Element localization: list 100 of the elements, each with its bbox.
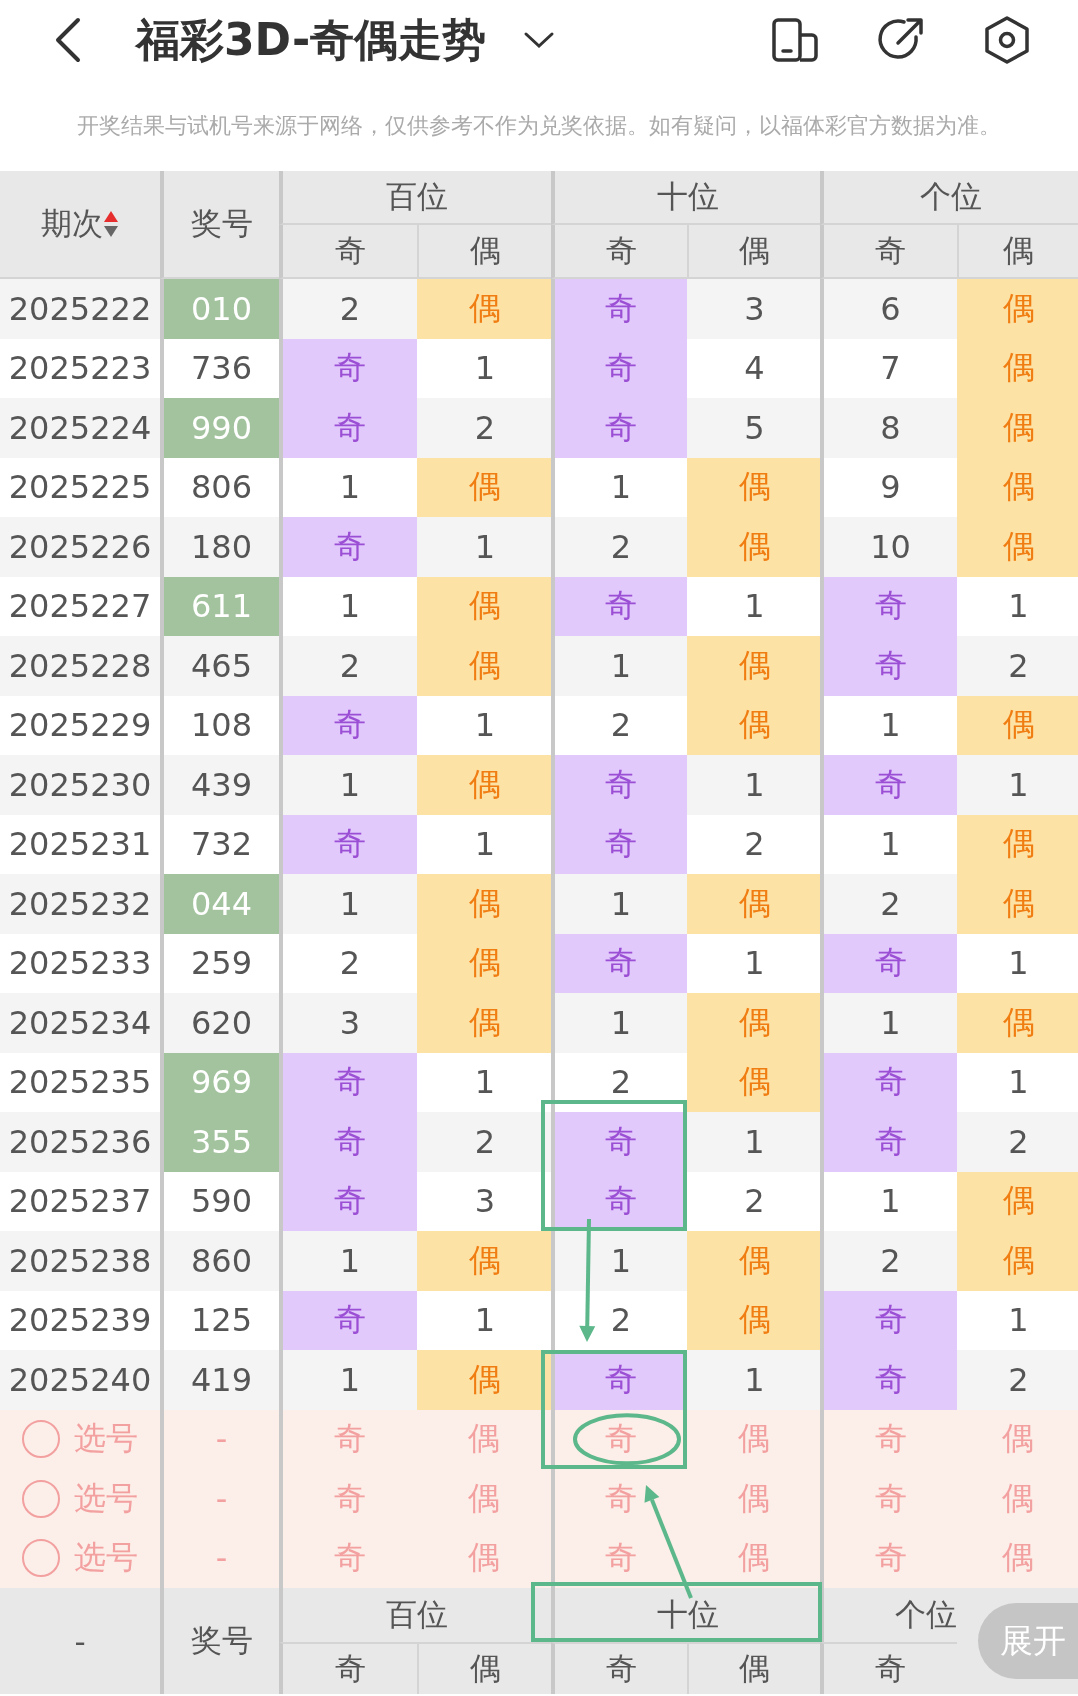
radio-button[interactable] [22,1479,60,1518]
issue-cell-text: 2025238 [7,1240,153,1282]
issue-cell-text: 2025225 [7,467,153,509]
column-header[interactable]: 期次 [41,203,103,245]
issue-cell-text: 2025222 [7,288,153,330]
column-group-header: 百位 [279,1588,551,1642]
pick-option[interactable]: 偶 [687,1409,820,1469]
number-cell: 990 [160,398,279,458]
column-header: 奇 [279,1642,417,1694]
trend-cell-text: 1 [743,586,766,628]
trend-cell: 偶 [957,1231,1078,1291]
pick-option[interactable]: 偶 [417,1528,551,1588]
expand-button[interactable]: 展开 [978,1603,1078,1679]
trend-cell-text: 1 [473,348,497,390]
trend-cell: 偶 [687,517,820,577]
trend-cell: 奇 [279,398,417,458]
trend-cell-text: 2 [743,1181,766,1223]
trend-cell: 奇 [551,933,687,993]
trend-cell: 奇 [820,576,957,636]
trend-cell: 偶 [687,1052,820,1112]
trend-cell: 偶 [417,755,551,815]
issue-cell-text: 2025230 [7,764,153,806]
column-header: 奇 [820,1642,957,1694]
trend-cell-text: 1 [473,824,497,866]
trend-cell: 奇 [551,755,687,815]
devices-icon[interactable] [770,15,820,65]
radio-button[interactable] [22,1539,60,1578]
pick-option[interactable]: 偶 [957,1528,1078,1588]
trend-cell: 偶 [417,874,551,934]
trend-cell: 偶 [417,1231,551,1291]
trend-cell: 奇 [551,576,687,636]
trend-cell-text: 1 [1007,1300,1030,1342]
trend-cell: 偶 [957,1171,1078,1231]
trend-cell: 偶 [957,279,1078,339]
page-title: 福彩3D-奇偶走势 [136,12,487,67]
trend-cell-text: 1 [743,943,766,985]
number-cell: 010 [160,279,279,339]
trend-cell: 偶 [417,279,551,339]
issue-cell-text: 2025239 [7,1300,153,1342]
pick-option[interactable]: 偶 [417,1469,551,1529]
trend-cell: 奇 [551,398,687,458]
trend-cell: 奇 [820,933,957,993]
number-cell: 439 [160,755,279,815]
trend-cell: 偶 [957,993,1078,1053]
trend-cell: 偶 [417,457,551,517]
trend-cell-text: 1 [1007,764,1030,806]
trend-cell-text: 1 [743,764,766,806]
issue-cell-text: 2025229 [7,705,153,747]
trend-cell: 偶 [687,874,820,934]
trend-cell: 奇 [279,338,417,398]
trend-cell: 奇 [279,1052,417,1112]
trend-cell-text: 1 [743,1359,766,1401]
trend-cell-text: 2 [1007,645,1030,687]
trend-cell: 奇 [551,338,687,398]
trend-cell: 偶 [957,398,1078,458]
issue-cell-text: 2025237 [7,1181,153,1223]
trend-cell-text: 1 [473,705,497,747]
trend-cell: 奇 [551,814,687,874]
issue-cell-text: 2025232 [7,883,153,925]
settings-icon[interactable] [982,15,1032,65]
trend-cell: 偶 [957,874,1078,934]
trend-cell-text: 2 [473,1121,497,1163]
issue-cell-text: 2025234 [7,1002,153,1044]
pick-option[interactable]: 偶 [687,1469,820,1529]
pick-option[interactable]: 偶 [417,1409,551,1469]
trend-cell: 偶 [417,576,551,636]
pick-option[interactable]: 偶 [957,1469,1078,1529]
trend-cell: 奇 [820,755,957,815]
number-cell: 355 [160,1112,279,1172]
trend-cell: 偶 [687,1231,820,1291]
trend-cell: 奇 [820,1290,957,1350]
trend-cell: 偶 [687,457,820,517]
trend-cell-text: 3 [473,1181,497,1223]
column-header: 奖号 [160,1588,279,1694]
number-cell: 860 [160,1231,279,1291]
issue-cell-text: 2025223 [7,348,153,390]
disclaimer-text: 开奖结果与试机号来源于网络，仅供参考不作为兑奖依据。如有疑问，以福体彩官方数据为准。 [76,112,1002,140]
column-group-header: 个位 [820,171,1078,225]
trend-cell-text: 4 [743,348,766,390]
pick-option[interactable]: 偶 [957,1409,1078,1469]
trend-cell: 偶 [957,338,1078,398]
issue-cell-text: 2025227 [7,586,153,628]
number-cell: 611 [160,576,279,636]
column-group-header: 十位 [551,1588,820,1642]
column-group-header: 百位 [279,171,551,225]
trend-cell-text: 1 [1007,586,1030,628]
trend-cell-text: 1 [1007,943,1030,985]
trend-cell: 偶 [957,517,1078,577]
sort-icon[interactable] [103,209,119,239]
trend-cell-text: 5 [743,407,766,449]
trend-cell: 奇 [820,1350,957,1410]
pick-label: 选号 [74,1477,138,1519]
trend-cell: 偶 [957,814,1078,874]
column-header: 奇 [551,1642,687,1694]
column-group-header: 十位 [551,171,820,225]
pick-label: 选号 [74,1537,138,1579]
radio-button[interactable] [22,1420,60,1459]
trend-cell: 偶 [417,1350,551,1410]
pick-option[interactable]: 偶 [687,1528,820,1588]
trend-cell: 奇 [279,1112,417,1172]
